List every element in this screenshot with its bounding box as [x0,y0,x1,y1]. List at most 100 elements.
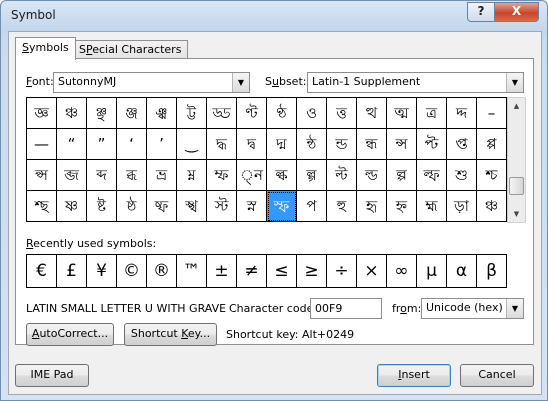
symbol-cell[interactable]: ল্গ [297,160,327,191]
recent-symbol-cell[interactable]: ¥ [87,255,117,288]
symbol-cell[interactable]: ’ [147,129,177,160]
recent-symbol-cell[interactable]: ≠ [237,255,267,288]
recent-symbol-cell[interactable]: € [27,255,57,288]
chevron-down-icon[interactable]: ▼ [506,299,523,318]
symbol-cell[interactable]: শ্ছ [27,191,57,222]
symbol-cell[interactable]: ট্ট [177,98,207,129]
chevron-down-icon[interactable]: ▼ [506,73,523,92]
cancel-button[interactable]: Cancel [460,364,534,387]
symbol-cell[interactable]: হৃ [357,191,387,222]
subset-select[interactable]: Latin-1 Supplement ▼ [307,72,524,93]
recent-symbol-cell[interactable]: ≤ [267,255,297,288]
symbol-cell[interactable]: প্ত [447,129,477,160]
symbol-cell[interactable]: ” [87,129,117,160]
symbol-cell[interactable]: স্ট [207,191,237,222]
symbol-cell[interactable]: ল্প [387,160,417,191]
help-button[interactable]: ? [467,2,495,22]
symbol-cell[interactable]: স্ন [237,191,267,222]
symbol-cell[interactable]: ত্ম [387,98,417,129]
tab-symbols[interactable]: Symbols [15,37,76,60]
symbol-cell[interactable]: শ্চ [477,160,507,191]
symbol-cell[interactable]: ঞ্ঝ [147,98,177,129]
symbol-cell[interactable]: ত্থ [357,98,387,129]
character-code-value[interactable] [311,299,381,318]
autocorrect-button[interactable]: AutoCorrect... [26,323,114,346]
character-code-input[interactable] [310,298,382,319]
symbol-cell[interactable]: — [27,129,57,160]
symbol-cell[interactable]: ল্ড [357,160,387,191]
symbol-cell[interactable]: ঞ্ছ [87,98,117,129]
insert-button[interactable]: Insert [377,364,451,387]
recent-symbol-cell[interactable]: β [477,255,507,288]
symbol-cell[interactable]: দ্ব [237,129,267,160]
recent-symbol-cell[interactable]: ± [207,255,237,288]
symbol-cell[interactable]: ল্ফ [417,160,447,191]
symbol-cell[interactable]: ঞ্চ [57,98,87,129]
symbol-cell[interactable]: ্ন [237,160,267,191]
symbol-cell[interactable]: ‿ [177,129,207,160]
symbol-cell[interactable]: শু [447,160,477,191]
recent-symbol-cell[interactable]: ∞ [387,255,417,288]
symbol-cell[interactable]: ল্ক [267,160,297,191]
symbol-cell[interactable]: ষ্ফ [147,191,177,222]
symbol-cell[interactable]: ম্ফ [207,160,237,191]
title-bar[interactable]: Symbol ? X [1,1,547,31]
recent-symbol-cell[interactable]: ™ [177,255,207,288]
chevron-down-icon[interactable]: ▼ [232,73,249,92]
symbol-grid-scrollbar[interactable]: ▲ ▼ [507,97,526,223]
symbol-cell[interactable]: ত্ত [327,98,357,129]
shortcut-key-button[interactable]: Shortcut Key... [124,323,217,346]
symbol-cell[interactable]: প্প [477,129,507,160]
symbol-cell[interactable]: “ [57,129,87,160]
recent-symbol-cell[interactable]: × [357,255,387,288]
symbol-cell[interactable]: ঞ্চ [477,191,507,222]
scrollbar-thumb[interactable] [509,177,524,195]
symbol-cell[interactable]: দ্দ [447,98,477,129]
symbol-cell[interactable]: জ্ঞ [27,98,57,129]
symbol-cell[interactable]: ন্ঠ [297,129,327,160]
symbol-cell[interactable]: হু [327,191,357,222]
tab-special-characters[interactable]: SPecial Characters [72,40,189,59]
symbol-cell[interactable]: ষ্ঠ [117,191,147,222]
symbol-cell[interactable]: ন্ড [327,129,357,160]
scroll-up-arrow-icon[interactable]: ▲ [508,98,525,114]
symbol-cell[interactable]: দ্ম [267,129,297,160]
symbol-cell[interactable]: ব্দ [87,160,117,191]
symbol-cell[interactable]: প্স [27,160,57,191]
symbol-cell[interactable]: ব্জ [57,160,87,191]
symbol-cell[interactable]: ভ্র [147,160,177,191]
symbol-cell[interactable]: ন্ধ [357,129,387,160]
symbol-cell[interactable]: ষ্ট [87,191,117,222]
symbol-cell[interactable]: ন্স [387,129,417,160]
close-button[interactable]: X [494,2,539,22]
symbol-cell[interactable]: ‘ [117,129,147,160]
recent-symbol-cell[interactable]: ® [147,255,177,288]
symbol-cell[interactable]: হ্ম [417,191,447,222]
symbol-cell[interactable]: ণ্ট [237,98,267,129]
symbol-cell-selected[interactable]: স্ফ [267,191,297,222]
symbol-cell[interactable]: ণ্ঠ [267,98,297,129]
from-select[interactable]: Unicode (hex) ▼ [421,298,524,319]
symbol-cell[interactable]: ও [297,98,327,129]
scroll-down-arrow-icon[interactable]: ▼ [508,206,525,222]
symbol-cell[interactable]: প [297,191,327,222]
symbol-cell[interactable]: ড়া [447,191,477,222]
symbol-cell[interactable]: ষ্ণ [57,191,87,222]
symbol-cell[interactable]: হ্ন [387,191,417,222]
recent-symbol-cell[interactable]: ÷ [327,255,357,288]
symbol-cell[interactable]: দ্ধ [207,129,237,160]
recent-symbol-cell[interactable]: α [447,255,477,288]
ime-pad-button[interactable]: IME Pad [15,364,89,387]
symbol-cell[interactable]: ল্ট [327,160,357,191]
recent-symbol-cell[interactable]: ≥ [297,255,327,288]
symbol-cell[interactable]: – [477,98,507,129]
recent-symbol-cell[interactable]: £ [57,255,87,288]
symbol-cell[interactable]: ম্ন [177,160,207,191]
font-select[interactable]: SutonnyMJ ▼ [53,72,250,93]
symbol-cell[interactable]: প্ট [417,129,447,160]
recent-symbol-cell[interactable]: µ [417,255,447,288]
symbol-cell[interactable]: ড্ড [207,98,237,129]
symbol-cell[interactable]: ত্র [417,98,447,129]
symbol-cell[interactable]: ব্ধ [117,160,147,191]
symbol-cell[interactable]: ঞ্জ [117,98,147,129]
